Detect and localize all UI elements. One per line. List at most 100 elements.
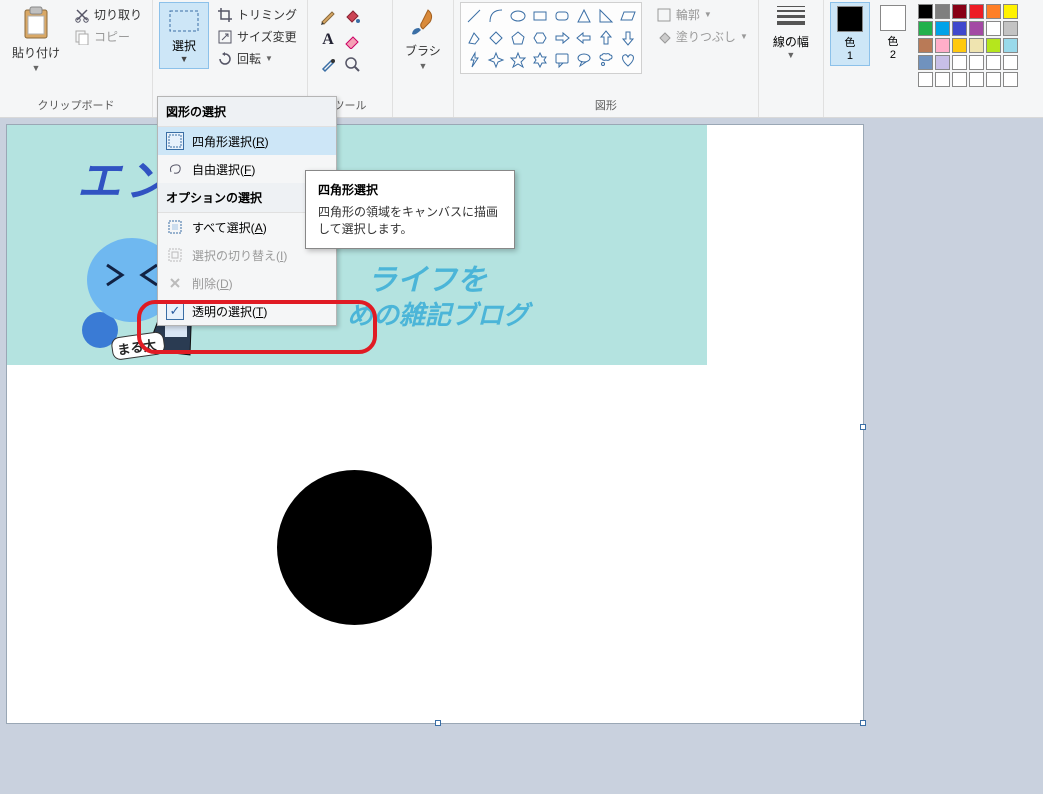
paste-button[interactable]: 貼り付け ▼ — [6, 2, 66, 77]
menu-transparent-label: 透明の選択(T) — [192, 303, 267, 320]
shape-pentagon[interactable] — [507, 27, 529, 49]
checkbox-icon: ✓ — [166, 302, 184, 320]
magnifier-tool[interactable] — [342, 54, 362, 74]
shape-callout-cloud[interactable] — [595, 49, 617, 71]
palette-swatch[interactable] — [918, 55, 933, 70]
select-button[interactable]: 選択 ▼ — [159, 2, 209, 69]
palette-swatch[interactable] — [969, 38, 984, 53]
palette-swatch[interactable] — [969, 21, 984, 36]
shape-curve[interactable] — [485, 5, 507, 27]
shapes-gallery[interactable] — [460, 2, 642, 74]
black-circle — [277, 470, 432, 625]
palette-swatch[interactable] — [952, 72, 967, 87]
palette-swatch[interactable] — [935, 55, 950, 70]
resize-button[interactable]: サイズ変更 — [213, 27, 301, 46]
rotate-icon — [217, 51, 233, 67]
shape-arrow-left[interactable] — [573, 27, 595, 49]
palette-swatch[interactable] — [986, 38, 1001, 53]
shape-rect[interactable] — [529, 5, 551, 27]
palette-swatch[interactable] — [986, 21, 1001, 36]
palette-swatch[interactable] — [1003, 55, 1018, 70]
palette-swatch[interactable] — [918, 4, 933, 19]
palette-swatch[interactable] — [986, 72, 1001, 87]
fill-tool[interactable] — [342, 6, 362, 26]
text-tool[interactable]: A — [318, 30, 338, 50]
resize-icon — [217, 29, 233, 45]
palette-swatch[interactable] — [1003, 72, 1018, 87]
palette-swatch[interactable] — [1003, 4, 1018, 19]
cut-button[interactable]: 切り取り — [70, 5, 146, 24]
shape-callout-rect[interactable] — [551, 49, 573, 71]
shape-diamond[interactable] — [485, 27, 507, 49]
resize-label: サイズ変更 — [237, 28, 297, 45]
palette-swatch[interactable] — [918, 21, 933, 36]
palette-swatch[interactable] — [969, 4, 984, 19]
shape-oval[interactable] — [507, 5, 529, 27]
shape-star6[interactable] — [529, 49, 551, 71]
menu-delete-label: 削除(D) — [192, 275, 233, 292]
delete-icon — [166, 274, 184, 292]
crop-button[interactable]: トリミング — [213, 5, 301, 24]
banner-sub2: めの雑記ブログ — [347, 295, 529, 332]
group-brush: ブラシ ▼ — [393, 0, 454, 117]
rotate-button[interactable]: 回転 ▼ — [213, 49, 301, 68]
bucket-icon — [656, 29, 672, 45]
chevron-down-icon: ▼ — [418, 61, 427, 71]
brush-label: ブラシ — [405, 42, 441, 59]
palette-swatch[interactable] — [918, 72, 933, 87]
resize-handle-se[interactable] — [860, 720, 866, 726]
shape-arrow-up[interactable] — [595, 27, 617, 49]
palette-swatch[interactable] — [1003, 21, 1018, 36]
paste-label: 貼り付け — [12, 44, 60, 61]
pencil-tool[interactable] — [318, 6, 338, 26]
shape-heart[interactable] — [617, 49, 639, 71]
shape-line[interactable] — [463, 5, 485, 27]
picker-tool[interactable] — [318, 54, 338, 74]
select-all-icon — [166, 218, 184, 236]
shape-triangle[interactable] — [573, 5, 595, 27]
color2-button[interactable]: 色 2 — [874, 2, 912, 64]
palette-swatch[interactable] — [969, 72, 984, 87]
shape-star4[interactable] — [485, 49, 507, 71]
resize-handle-s[interactable] — [435, 720, 441, 726]
palette-swatch[interactable] — [935, 72, 950, 87]
shape-arrow-right[interactable] — [551, 27, 573, 49]
palette-swatch[interactable] — [1003, 38, 1018, 53]
tooltip: 四角形選択 四角形の領域をキャンバスに描画して選択します。 — [305, 170, 515, 249]
palette-swatch[interactable] — [986, 4, 1001, 19]
fill-button[interactable]: 塗りつぶし ▼ — [652, 27, 752, 46]
menu-delete: 削除(D) — [158, 269, 336, 297]
resize-handle-e[interactable] — [860, 424, 866, 430]
shape-roundrect[interactable] — [551, 5, 573, 27]
stroke-width-button[interactable]: 線の幅 ▼ — [765, 2, 817, 64]
clipboard-icon — [20, 6, 52, 42]
palette-swatch[interactable] — [986, 55, 1001, 70]
shape-polygon[interactable] — [463, 27, 485, 49]
shape-hexagon[interactable] — [529, 27, 551, 49]
palette-swatch[interactable] — [969, 55, 984, 70]
palette-swatch[interactable] — [935, 4, 950, 19]
rotate-label: 回転 — [237, 50, 261, 67]
menu-rect-select[interactable]: 四角形選択(R) — [158, 127, 336, 155]
palette-swatch[interactable] — [952, 38, 967, 53]
shapes-group-label: 図形 — [595, 95, 617, 117]
copy-button[interactable]: コピー — [70, 27, 146, 46]
shape-callout-round[interactable] — [573, 49, 595, 71]
menu-transparent-select[interactable]: ✓ 透明の選択(T) — [158, 297, 336, 325]
shape-arrow-down[interactable] — [617, 27, 639, 49]
shape-star5[interactable] — [507, 49, 529, 71]
palette-swatch[interactable] — [952, 21, 967, 36]
color1-button[interactable]: 色 1 — [830, 2, 870, 66]
cut-label: 切り取り — [94, 6, 142, 23]
brush-button[interactable]: ブラシ ▼ — [399, 2, 447, 75]
palette-swatch[interactable] — [952, 4, 967, 19]
outline-button[interactable]: 輪郭 ▼ — [652, 5, 752, 24]
shape-lightning[interactable] — [463, 49, 485, 71]
palette-swatch[interactable] — [952, 55, 967, 70]
shape-parallelogram[interactable] — [617, 5, 639, 27]
shape-right-triangle[interactable] — [595, 5, 617, 27]
palette-swatch[interactable] — [918, 38, 933, 53]
palette-swatch[interactable] — [935, 21, 950, 36]
eraser-tool[interactable] — [342, 30, 362, 50]
palette-swatch[interactable] — [935, 38, 950, 53]
